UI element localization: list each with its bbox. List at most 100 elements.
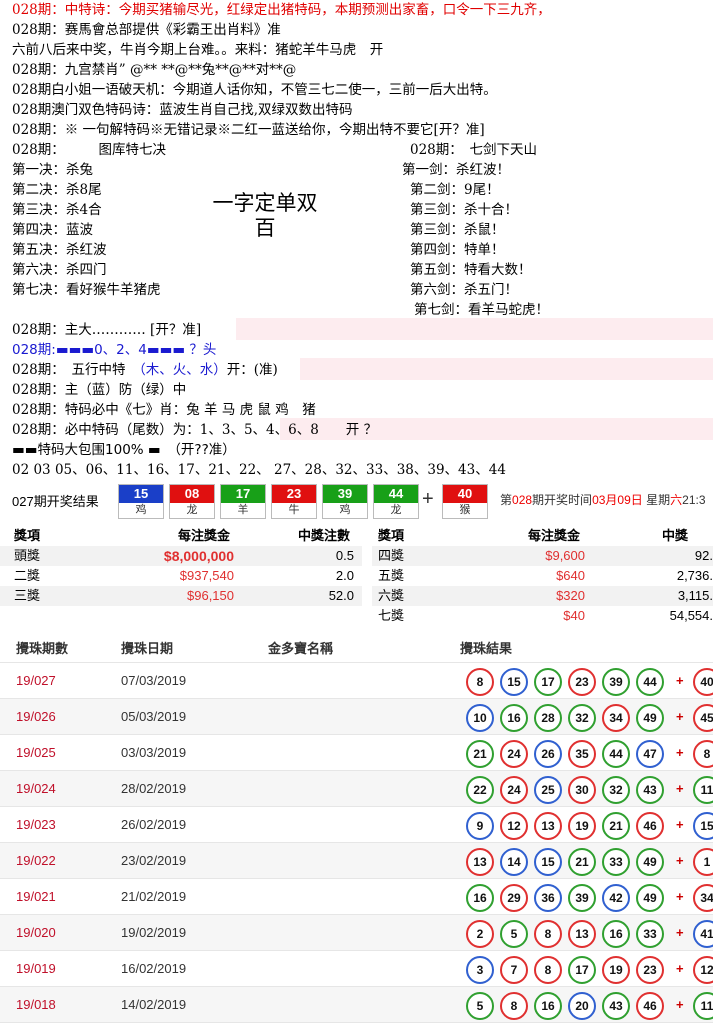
right-item: 第三剑：杀鼠！ (410, 222, 505, 238)
draw-ball: 17 羊 (220, 484, 266, 519)
prize-table-right: 獎項 每注獎金 中獎 四獎 $9,600 92. 五獎 $640 2,736. … (372, 526, 713, 626)
result-ball: 23 (568, 668, 596, 696)
period-number[interactable]: 19/027 (16, 663, 56, 698)
text-line: ▬▬特码大包围100% ▬ （开??准） (12, 442, 236, 458)
result-ball: 3 (466, 956, 494, 984)
special-result-ball: 34 (693, 884, 713, 912)
result-ball: 15 (534, 848, 562, 876)
result-ball: 49 (636, 704, 664, 732)
result-ball: 33 (636, 920, 664, 948)
left-item: 第五决：杀红波 (12, 242, 107, 258)
period-number[interactable]: 19/021 (16, 879, 56, 914)
prize-row: 頭獎 $8,000,000 0.5 (0, 546, 362, 566)
number-list: 02 03 05、06、11、16、17、21、22、 27、28、32、33、… (12, 462, 506, 478)
big-text-line1: 一字定单双 (212, 191, 318, 215)
result-ball: 8 (500, 992, 528, 1020)
result-ball: 7 (500, 956, 528, 984)
plus-sign: + (676, 745, 684, 760)
prize-header: 獎項 每注獎金 中獎 (372, 526, 713, 546)
big-text-line2: 百 (254, 216, 276, 240)
draw-date: 23/02/2019 (121, 853, 187, 868)
text-line: 028期白小姐一语破天机：今期道人话你知，不管三七二使一，三前一后大出特。 (12, 82, 497, 98)
result-ball: 13 (534, 812, 562, 840)
result-ball: 19 (568, 812, 596, 840)
plus-sign: + (422, 488, 434, 510)
result-ball: 33 (602, 848, 630, 876)
result-ball: 17 (568, 956, 596, 984)
result-ball: 44 (636, 668, 664, 696)
right-column-header: 028期： 七剑下天山 (410, 142, 538, 158)
result-ball: 34 (602, 704, 630, 732)
result-ball: 25 (534, 776, 562, 804)
result-ball: 24 (500, 776, 528, 804)
result-ball: 35 (568, 740, 596, 768)
prize-row: 五獎 $640 2,736. (378, 568, 713, 583)
period-number[interactable]: 19/022 (16, 843, 56, 878)
history-row: 19/018 14/02/2019 5 8 16 20 43 46 +11 (0, 987, 713, 1023)
special-result-ball: 45 (693, 704, 713, 732)
text-line: 028期：※ 一句解特码※无错记录※二红一蓝送给你，今期出特不要它[开？准] (12, 122, 485, 138)
result-ball: 49 (636, 848, 664, 876)
special-result-ball: 1 (693, 848, 713, 876)
result-ball: 49 (636, 884, 664, 912)
result-ball: 46 (636, 992, 664, 1020)
result-ball: 43 (636, 776, 664, 804)
special-result-ball: 15 (693, 812, 713, 840)
period-number[interactable]: 19/020 (16, 915, 56, 950)
result-ball: 5 (466, 992, 494, 1020)
period-number[interactable]: 19/023 (16, 807, 56, 842)
right-item: 第一剑：杀红波！ (402, 162, 510, 178)
result-ball: 9 (466, 812, 494, 840)
history-row: 19/021 21/02/2019 16 29 36 39 42 49 +34 (0, 879, 713, 915)
result-ball: 21 (602, 812, 630, 840)
result-ball: 13 (568, 920, 596, 948)
result-ball: 28 (534, 704, 562, 732)
text-line: 028期：主大………… [开？准] (12, 322, 202, 338)
plus-sign: + (676, 781, 684, 796)
left-item: 第一决：杀兔 (12, 162, 93, 178)
draw-label: 027期开奖结果 (12, 494, 99, 509)
plus-sign: + (676, 673, 684, 688)
result-ball: 20 (568, 992, 596, 1020)
result-ball: 10 (466, 704, 494, 732)
draw-ball: 39 鸡 (322, 484, 368, 519)
left-column: 028期： 图库特七决 第一决：杀兔 第二决：杀8尾 第三决：杀4合 第四决：蓝… (12, 140, 166, 300)
result-ball: 8 (534, 956, 562, 984)
result-ball: 26 (534, 740, 562, 768)
special-result-ball: 11 (693, 992, 713, 1020)
plus-sign: + (676, 709, 684, 724)
period-number[interactable]: 19/026 (16, 699, 56, 734)
result-ball: 16 (534, 992, 562, 1020)
left-item: 第二决：杀8尾 (12, 182, 102, 198)
result-ball: 29 (500, 884, 528, 912)
draw-date: 26/02/2019 (121, 817, 187, 832)
draw-date: 19/02/2019 (121, 925, 187, 940)
period-number[interactable]: 19/025 (16, 735, 56, 770)
result-ball: 30 (568, 776, 596, 804)
special-result-ball: 12 (693, 956, 713, 984)
right-item: 第二剑：9尾！ (410, 182, 500, 198)
special-ball: 40 猴 (442, 484, 488, 519)
prize-row: 六獎 $320 3,115. (372, 586, 713, 606)
draw-date: 28/02/2019 (121, 781, 187, 796)
result-ball: 43 (602, 992, 630, 1020)
left-column-header: 028期： 图库特七决 (12, 142, 167, 158)
result-ball: 32 (602, 776, 630, 804)
left-item: 第三决：杀4合 (12, 202, 102, 218)
result-ball: 24 (500, 740, 528, 768)
period-number[interactable]: 19/019 (16, 951, 56, 986)
plus-sign: + (676, 817, 684, 832)
left-item: 第六决：杀四门 (12, 262, 107, 278)
draw-result-row: 027期开奖结果 15 鸡 08 龙 17 羊 23 牛 39 鸡 44 龙 + 40 猴 第… (10, 481, 713, 519)
period-number[interactable]: 19/024 (16, 771, 56, 806)
result-ball: 8 (466, 668, 494, 696)
prize-row: 二獎 $937,540 2.0 (14, 568, 354, 583)
result-ball: 16 (500, 704, 528, 732)
text-line-five-elements: 028期： 五行中特 （木、火、水）开：(准) (12, 362, 278, 378)
result-ball: 19 (602, 956, 630, 984)
result-ball: 13 (466, 848, 494, 876)
result-ball: 44 (602, 740, 630, 768)
left-item: 第四决：蓝波 (12, 222, 93, 238)
headline-poem: 028期：中特诗：今期买猪输尽光，红绿定出猪特码，本期预测出家畜，口令一下三九齐… (12, 2, 551, 18)
text-line: 028期：主（蓝）防（绿）中 (12, 382, 187, 398)
